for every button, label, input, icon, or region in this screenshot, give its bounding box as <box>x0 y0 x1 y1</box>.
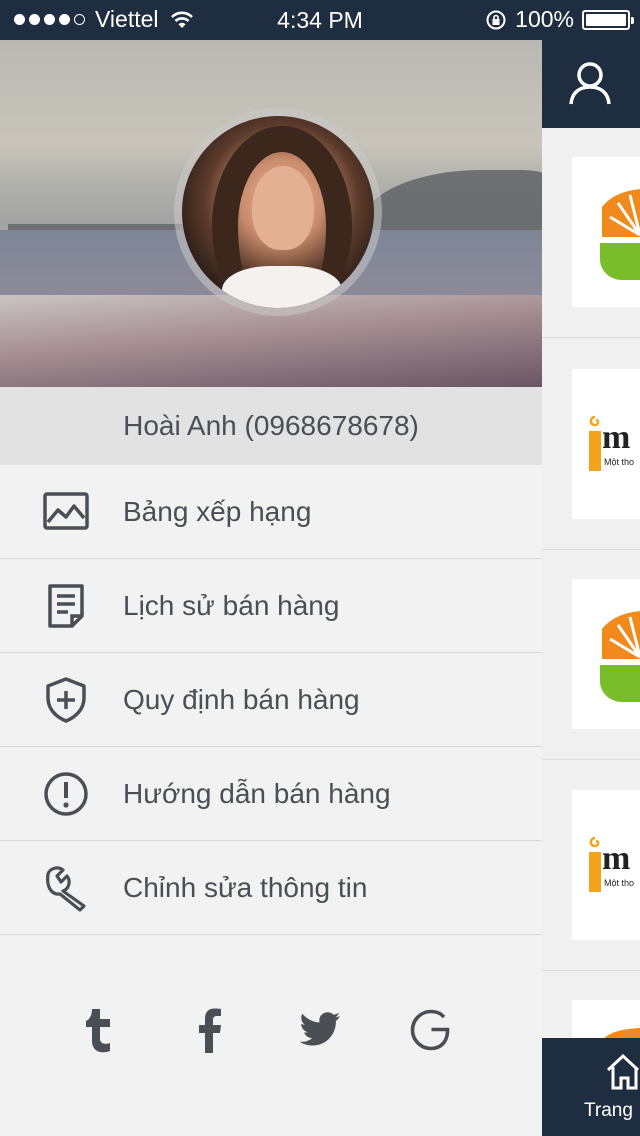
menu-item-label: Lịch sử bán hàng <box>123 590 340 621</box>
product-card[interactable] <box>572 579 640 729</box>
menu-item-label: Bảng xếp hạng <box>123 496 312 527</box>
social-links <box>0 1000 542 1070</box>
menu-item-sales-history[interactable]: Lịch sử bán hàng <box>0 559 542 653</box>
tab-home-label: Trang <box>584 1100 633 1121</box>
menu-item-label: Quy định bán hàng <box>123 684 360 715</box>
main-content-peek[interactable]: m Một tho m Một tho Trang <box>542 40 640 1136</box>
wrench-icon <box>46 866 86 912</box>
document-icon <box>48 584 84 628</box>
menu-item-label: Hướng dẫn bán hàng <box>123 778 391 809</box>
sun-leaf-logo <box>600 189 640 280</box>
logo-text: m <box>602 840 631 877</box>
status-bar: Viettel 4:34 PM 100% <box>0 0 640 40</box>
imm-logo: m Một tho <box>586 413 640 473</box>
exclamation-icon <box>44 772 88 816</box>
sun-leaf-logo <box>600 611 640 702</box>
product-card[interactable]: m Một tho <box>572 369 640 519</box>
home-icon <box>606 1053 640 1090</box>
logo-subtext: Một tho <box>604 457 635 467</box>
menu-item-sales-rules[interactable]: Quy định bán hàng <box>0 653 542 747</box>
menu-item-sales-guide[interactable]: Hướng dẫn bán hàng <box>0 747 542 841</box>
side-drawer: Hoài Anh (0968678678) Bảng xếp hạng Lịch… <box>0 40 542 1136</box>
twitter-icon[interactable] <box>290 1000 350 1060</box>
battery-icon <box>582 9 634 30</box>
logo-subtext: Một tho <box>604 878 635 888</box>
right-header <box>542 40 640 128</box>
tumblr-icon[interactable] <box>70 1000 130 1060</box>
tab-home[interactable]: Trang <box>542 1038 640 1136</box>
drawer-menu: Bảng xếp hạng Lịch sử bán hàng Quy định … <box>0 465 542 935</box>
menu-item-label: Chỉnh sửa thông tin <box>123 872 368 903</box>
user-name-label: Hoài Anh (0968678678) <box>0 387 542 465</box>
cover-photo <box>0 40 542 387</box>
menu-item-edit-profile[interactable]: Chỉnh sửa thông tin <box>0 841 542 935</box>
imm-logo: m Một tho <box>586 834 640 894</box>
image-icon <box>43 492 89 530</box>
user-icon[interactable] <box>568 60 612 106</box>
battery-percent: 100% <box>515 6 574 32</box>
product-card[interactable] <box>572 1000 640 1040</box>
rotation-lock-icon <box>486 10 506 29</box>
logo-text: m <box>602 419 631 456</box>
menu-item-leaderboard[interactable]: Bảng xếp hạng <box>0 465 542 559</box>
shield-plus-icon <box>46 677 86 723</box>
product-card[interactable]: m Một tho <box>572 790 640 940</box>
google-icon[interactable] <box>400 1000 460 1060</box>
product-card[interactable] <box>572 157 640 307</box>
facebook-icon[interactable] <box>180 1000 240 1060</box>
avatar[interactable] <box>182 116 374 308</box>
